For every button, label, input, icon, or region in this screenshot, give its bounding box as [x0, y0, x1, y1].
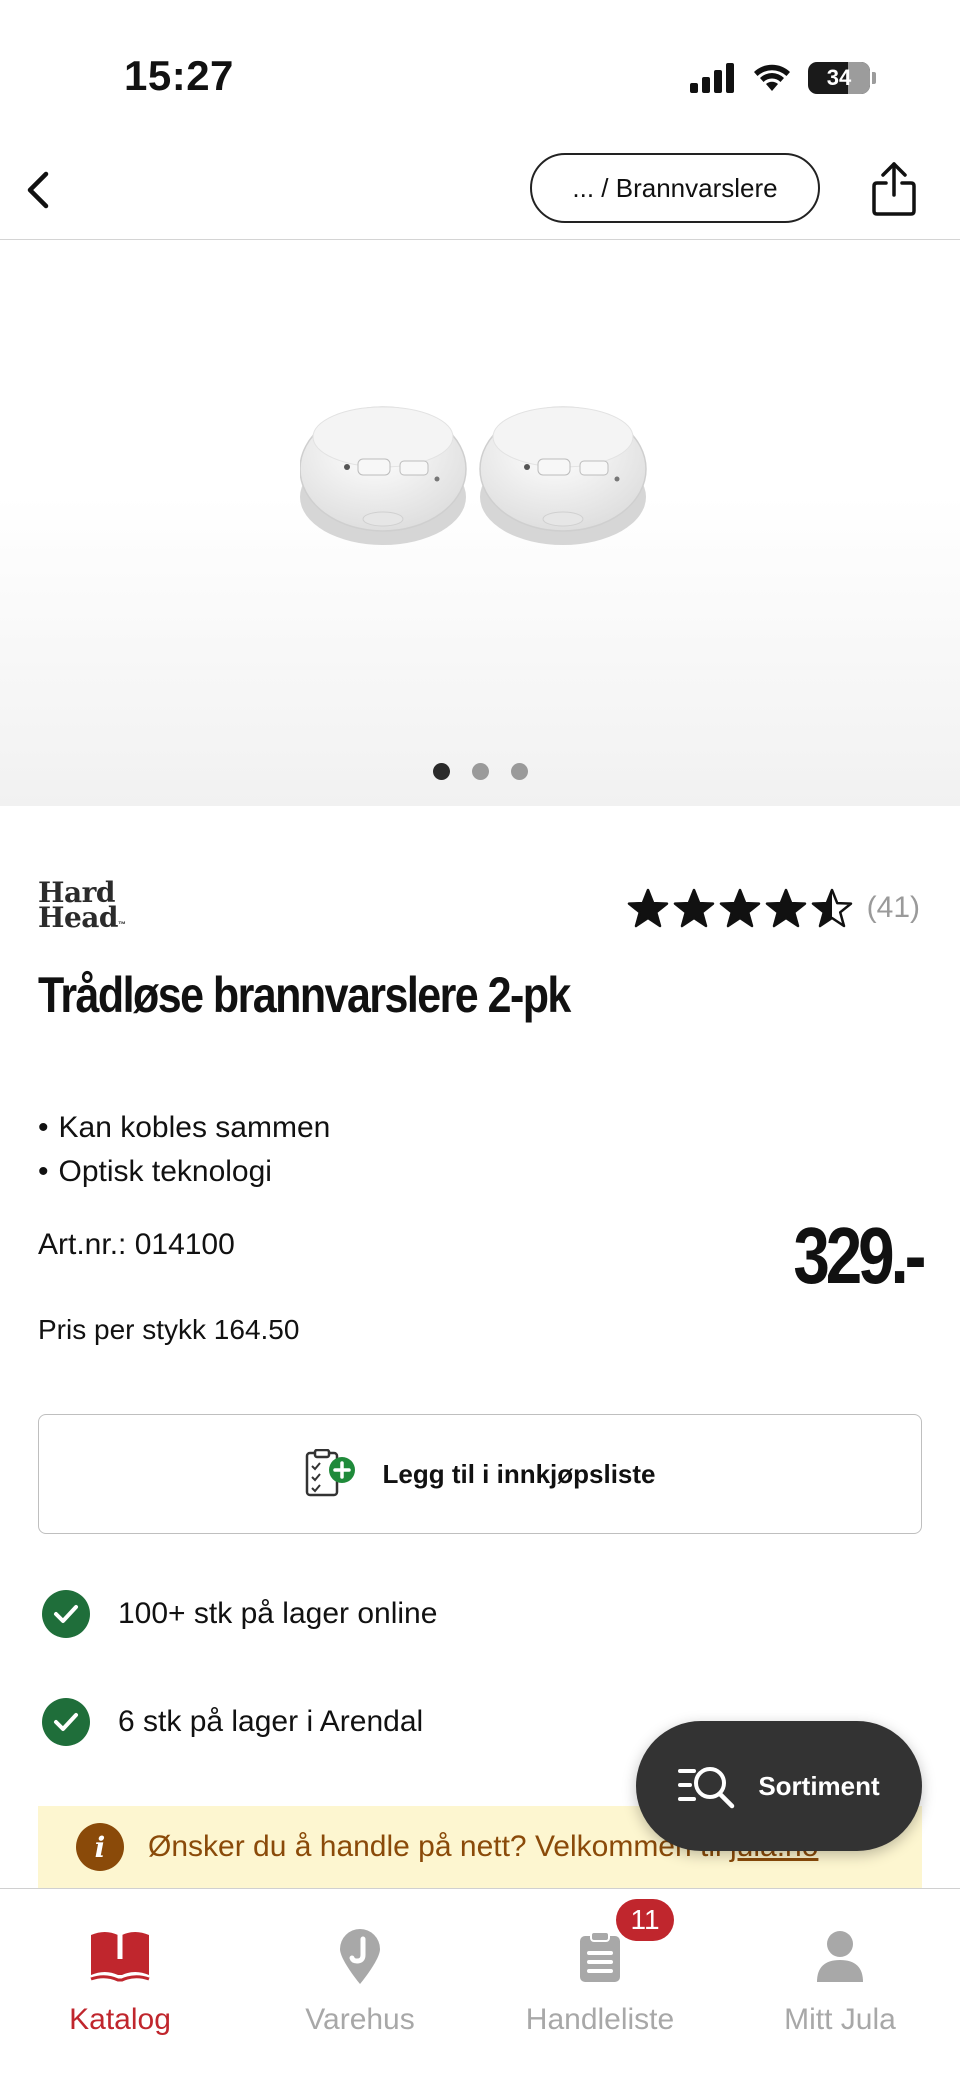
breadcrumb-button[interactable]: ... / Brannvarslere — [530, 153, 820, 223]
tab-label: Handleliste — [525, 2003, 675, 2036]
status-time: 15:27 — [124, 52, 234, 99]
tab-label: Mitt Jula — [784, 2003, 896, 2036]
battery-level: 34 — [826, 65, 852, 90]
product-price: 329.- — [792, 1211, 926, 1300]
star-full-icon — [673, 888, 714, 928]
add-to-shopping-list-button[interactable]: Legg til i innkjøpsliste — [38, 1414, 922, 1534]
unit-price: Pris per stykk 164.50 — [38, 1314, 300, 1345]
info-banner-text: Ønsker du å handle på nett? Velkommen ti… — [148, 1830, 731, 1863]
person-icon — [817, 1931, 863, 1982]
pager-dot[interactable] — [471, 763, 489, 780]
feature-item: Optisk teknologi — [38, 1150, 330, 1194]
star-full-icon — [627, 888, 668, 928]
assortment-fab[interactable]: Sortiment — [636, 1721, 922, 1851]
wifi-icon — [754, 64, 790, 91]
battery-icon: 34 — [808, 62, 876, 94]
check-circle-icon — [42, 1698, 90, 1746]
tab-handleliste[interactable]: 11 Handleliste — [480, 1889, 720, 2087]
status-icons: 34 — [690, 58, 876, 98]
article-number: Art.nr.: 014100 — [38, 1228, 235, 1261]
back-button[interactable] — [10, 162, 66, 218]
tab-label: Katalog — [69, 2003, 171, 2036]
bottom-tab-bar: Katalog Varehus 11 Handleliste Mitt Jula — [0, 1888, 960, 2087]
brand-logo: Hard Head™ — [38, 876, 126, 934]
add-to-shopping-list-label: Legg til i innkjøpsliste — [382, 1458, 656, 1489]
info-icon: i — [76, 1823, 124, 1871]
rating-count: (41) — [866, 891, 920, 924]
shopping-list-count-badge: 11 — [616, 1899, 674, 1941]
share-icon — [872, 162, 916, 216]
feature-item: Kan kobles sammen — [38, 1106, 331, 1150]
star-full-icon — [719, 888, 760, 928]
product-image — [300, 406, 647, 545]
product-image-carousel[interactable] — [0, 242, 960, 806]
stock-online: 100+ stk på lager online — [42, 1590, 437, 1638]
stock-online-text: 100+ stk på lager online — [118, 1597, 438, 1630]
share-button[interactable] — [864, 154, 924, 224]
map-pin-icon — [340, 1929, 380, 1984]
tab-label: Varehus — [305, 2003, 415, 2036]
list-search-icon — [678, 1767, 735, 1809]
assortment-fab-label: Sortiment — [758, 1770, 880, 1801]
rating-stars — [627, 888, 853, 928]
cellular-signal-icon — [690, 63, 734, 93]
star-full-icon — [765, 888, 806, 928]
tab-mitt-jula[interactable]: Mitt Jula — [720, 1889, 960, 2087]
stock-store[interactable]: 6 stk på lager i Arendal — [42, 1698, 423, 1746]
add-to-list-icon — [306, 1449, 356, 1497]
top-nav: ... / Brannvarslere — [0, 140, 960, 240]
chevron-left-icon — [27, 171, 49, 209]
status-bar: 15:27 34 — [0, 0, 960, 140]
book-icon — [90, 1932, 150, 1982]
tab-katalog[interactable]: Katalog — [0, 1889, 240, 2087]
feature-list: Kan kobles sammen Optisk teknologi — [38, 1106, 331, 1194]
star-half-icon — [811, 888, 852, 928]
check-circle-icon — [42, 1590, 90, 1638]
carousel-pager — [0, 763, 960, 780]
pager-dot[interactable] — [432, 763, 450, 780]
product-title: Trådløse brannvarslere 2-pk — [38, 967, 571, 1023]
stock-store-text: 6 stk på lager i Arendal — [118, 1705, 424, 1738]
product-rating[interactable]: (41) — [627, 888, 920, 928]
pager-dot[interactable] — [510, 763, 528, 780]
clipboard-icon — [580, 1931, 620, 1982]
tab-varehus[interactable]: Varehus — [240, 1889, 480, 2087]
